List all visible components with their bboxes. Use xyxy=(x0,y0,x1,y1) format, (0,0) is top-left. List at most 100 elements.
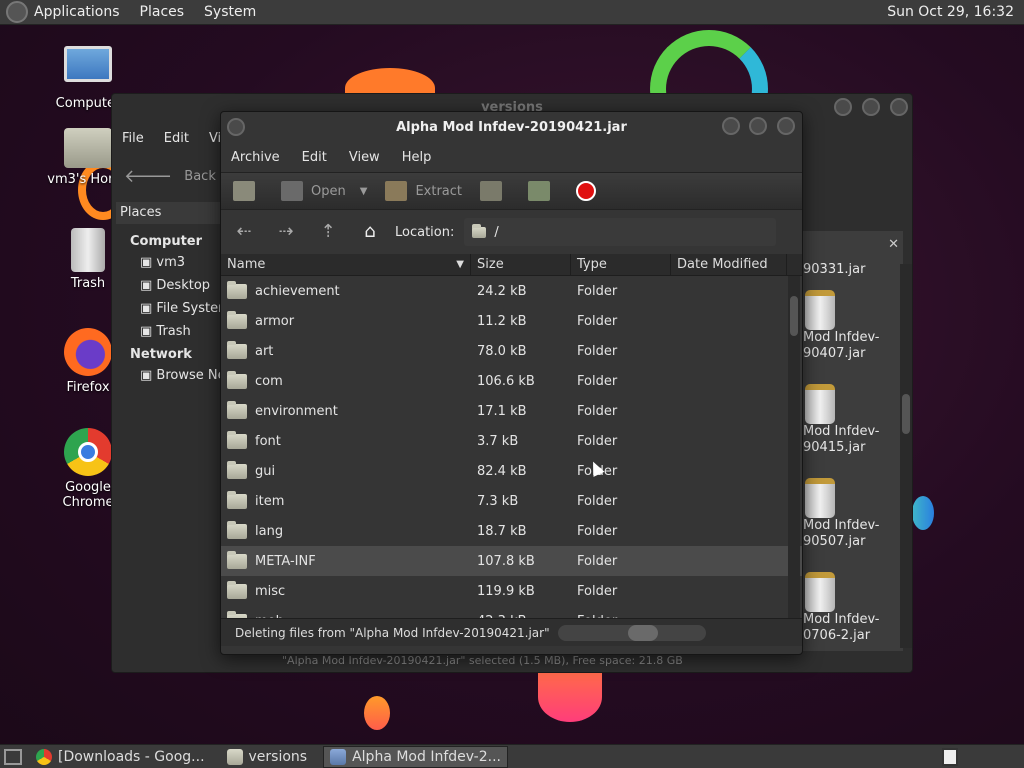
table-row[interactable]: achievement 24.2 kB Folder xyxy=(221,276,802,306)
table-row[interactable]: META-INF 107.8 kB Folder xyxy=(221,546,802,576)
file-item-label: 90331.jar xyxy=(803,262,866,277)
row-type: Folder xyxy=(577,313,618,329)
maximize-button[interactable] xyxy=(861,98,880,116)
column-header-type[interactable]: Type xyxy=(571,254,671,275)
file-item[interactable]: Mod Infdev- 90415.jar xyxy=(803,384,893,456)
desktop-icon: ▣ xyxy=(140,278,157,293)
minimize-button[interactable] xyxy=(833,98,852,116)
row-size: 119.9 kB xyxy=(477,583,535,599)
archive-titlebar[interactable]: Alpha Mod Infdev-20190421.jar xyxy=(221,112,802,142)
cell-name: lang xyxy=(221,520,471,539)
show-desktop-icon[interactable] xyxy=(4,748,22,765)
location-field[interactable]: / xyxy=(464,218,777,246)
cell-name: item xyxy=(221,490,471,509)
new-archive-button[interactable] xyxy=(233,181,263,201)
taskbar-item-label: versions xyxy=(248,748,308,765)
table-row[interactable]: environment 17.1 kB Folder xyxy=(221,396,802,426)
archive-statusbar: Deleting files from "Alpha Mod Infdev-20… xyxy=(221,618,802,646)
taskbar-item[interactable]: [Downloads - Goog... xyxy=(30,746,211,768)
row-name: environment xyxy=(255,403,338,419)
menu-edit[interactable]: Edit xyxy=(302,150,327,165)
folder-icon xyxy=(227,280,247,299)
folder-icon xyxy=(227,460,247,479)
row-size: 17.1 kB xyxy=(477,403,527,419)
maximize-button[interactable] xyxy=(749,117,768,135)
jar-icon xyxy=(805,290,835,330)
network-icon: ▣ xyxy=(140,368,157,383)
table-row[interactable]: armor 11.2 kB Folder xyxy=(221,306,802,336)
menu-places[interactable]: Places xyxy=(140,4,185,20)
table-row[interactable]: misc 119.9 kB Folder xyxy=(221,576,802,606)
file-list-scrollbar[interactable] xyxy=(788,276,800,618)
fm-scrollbar-thumb[interactable] xyxy=(902,394,910,434)
close-button[interactable] xyxy=(777,117,795,135)
fm-menu-edit[interactable]: Edit xyxy=(164,131,189,146)
forward-arrow-icon[interactable]: ⇢ xyxy=(275,221,297,243)
workspace-switcher-icon[interactable] xyxy=(942,748,958,766)
row-size: 11.2 kB xyxy=(477,313,527,329)
jar-icon xyxy=(805,478,835,518)
add-folder-icon xyxy=(528,181,550,201)
menu-system[interactable]: System xyxy=(204,4,256,20)
column-header-size[interactable]: Size xyxy=(471,254,571,275)
file-item[interactable]: 90331.jar xyxy=(803,262,893,277)
file-item-label: Mod Infdev- xyxy=(803,612,880,627)
back-arrow-icon[interactable]: ⇠ xyxy=(233,221,255,243)
file-item[interactable]: Mod Infdev- 90407.jar xyxy=(803,290,893,362)
menu-archive[interactable]: Archive xyxy=(231,150,280,165)
extract-button[interactable]: Extract xyxy=(385,181,462,201)
table-row[interactable]: gui 82.4 kB Folder xyxy=(221,456,802,486)
column-header-modified[interactable]: Date Modified xyxy=(671,254,787,275)
close-icon[interactable]: ✕ xyxy=(888,237,899,252)
home-icon[interactable]: ⌂ xyxy=(359,221,381,243)
menu-help[interactable]: Help xyxy=(402,150,432,165)
fm-back-button[interactable]: 🡐 Back xyxy=(124,166,216,187)
drive-icon: ▣ xyxy=(140,301,157,316)
chevron-down-icon[interactable]: ▼ xyxy=(360,186,368,197)
distro-logo-icon[interactable] xyxy=(6,1,28,23)
cell-name: art xyxy=(221,340,471,359)
up-arrow-icon[interactable]: ⇡ xyxy=(317,221,339,243)
taskbar-item[interactable]: Alpha Mod Infdev-2... xyxy=(323,745,508,768)
fm-scrollbar[interactable] xyxy=(900,264,912,648)
open-button[interactable]: Open ▼ xyxy=(281,181,367,201)
row-type: Folder xyxy=(577,283,618,299)
row-type: Folder xyxy=(577,433,618,449)
table-row[interactable]: mob 42.3 kBFolder xyxy=(221,606,802,618)
progress-bar xyxy=(557,624,706,641)
menu-applications[interactable]: Applications xyxy=(34,4,120,20)
places-dropdown[interactable]: Places xyxy=(116,202,226,224)
list-header: Name ▼ Size Type Date Modified xyxy=(221,254,802,276)
table-row[interactable]: com 106.6 kB Folder xyxy=(221,366,802,396)
row-name: font xyxy=(255,433,281,449)
cell-name: mob xyxy=(221,610,471,618)
file-list-scrollbar-thumb[interactable] xyxy=(790,296,798,336)
fm-menu-file[interactable]: File xyxy=(122,131,144,146)
clock[interactable]: Sun Oct 29, 16:32 xyxy=(887,4,1014,20)
stop-button[interactable] xyxy=(576,181,596,201)
window-menu-button[interactable] xyxy=(227,118,245,136)
table-row[interactable]: art 78.0 kB Folder xyxy=(221,336,802,366)
cell-name: achievement xyxy=(221,280,471,299)
table-row[interactable]: item 7.3 kB Folder xyxy=(221,486,802,516)
close-button[interactable] xyxy=(890,98,908,116)
row-size: 42.3 kB xyxy=(471,614,571,619)
file-item[interactable]: Mod Infdev- 0706-2.jar xyxy=(803,572,893,648)
row-type: Folder xyxy=(577,373,618,389)
file-item[interactable]: Mod Infdev- 90507.jar xyxy=(803,478,893,550)
folder-icon xyxy=(227,490,247,509)
add-files-button[interactable] xyxy=(480,181,510,201)
add-folder-button[interactable] xyxy=(528,181,558,201)
taskbar-item[interactable]: versions xyxy=(221,746,314,768)
menu-view[interactable]: View xyxy=(349,150,380,165)
file-item-label: 90415.jar xyxy=(803,440,866,455)
minimize-button[interactable] xyxy=(721,117,740,135)
column-header-label: Name xyxy=(227,257,266,272)
row-name: art xyxy=(255,343,274,359)
table-row[interactable]: font 3.7 kB Folder xyxy=(221,426,802,456)
column-header-name[interactable]: Name ▼ xyxy=(221,254,471,275)
folder-icon xyxy=(227,580,247,599)
table-row[interactable]: lang 18.7 kB Folder xyxy=(221,516,802,546)
chrome-icon xyxy=(64,428,112,476)
row-size: 78.0 kB xyxy=(477,343,527,359)
